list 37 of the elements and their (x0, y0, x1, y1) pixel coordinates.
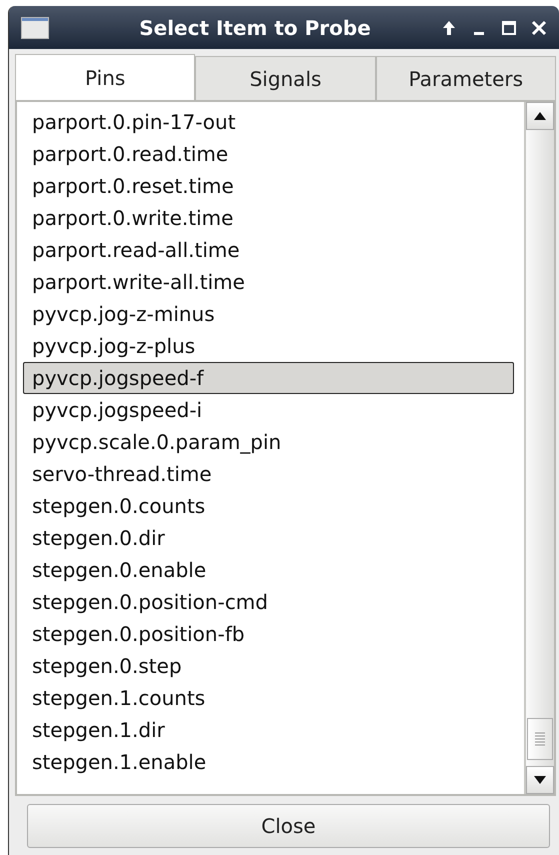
list-item[interactable]: parport.write-all.time (23, 266, 514, 298)
scroll-thumb[interactable] (527, 718, 553, 760)
tab[interactable]: Pins (15, 54, 196, 100)
window-title: Select Item to Probe (138, 16, 372, 40)
list-item[interactable]: parport.0.reset.time (23, 170, 514, 202)
list-item[interactable]: pyvcp.jogspeed-i (23, 394, 514, 426)
list-item[interactable]: pyvcp.jog-z-plus (23, 330, 514, 362)
list-item[interactable]: stepgen.0.position-fb (23, 618, 514, 650)
list-item[interactable]: stepgen.0.step (23, 650, 514, 682)
keep-above-icon[interactable] (441, 18, 457, 36)
list-item[interactable]: servo-thread.time (23, 458, 514, 490)
down-arrow-icon (534, 776, 546, 784)
list-item[interactable]: pyvcp.jog-z-minus (23, 298, 514, 330)
list-item[interactable]: stepgen.1.counts (23, 682, 514, 714)
list-item[interactable]: pyvcp.jogspeed-f (23, 362, 514, 394)
close-icon[interactable] (531, 18, 547, 36)
list-item[interactable]: parport.0.pin-17-out (23, 106, 514, 138)
scroll-up-button[interactable] (526, 102, 554, 130)
list-item[interactable]: stepgen.0.dir (23, 522, 514, 554)
list-item[interactable]: stepgen.0.enable (23, 554, 514, 586)
tab[interactable]: Signals (195, 56, 376, 100)
tab[interactable]: Parameters (376, 56, 556, 100)
window-icon (21, 16, 49, 38)
list-item[interactable]: stepgen.0.counts (23, 490, 514, 522)
list-item[interactable]: stepgen.1.enable (23, 746, 514, 778)
scroll-down-button[interactable] (526, 766, 554, 794)
list-item[interactable]: stepgen.1.dir (23, 714, 514, 746)
list-item[interactable]: parport.0.read.time (23, 138, 514, 170)
list-item[interactable]: parport.read-all.time (23, 234, 514, 266)
grip-icon (535, 732, 545, 746)
up-arrow-icon (534, 112, 546, 120)
maximize-icon[interactable] (501, 18, 517, 36)
list-item[interactable]: parport.0.write.time (23, 202, 514, 234)
list-item[interactable]: stepgen.0.position-cmd (23, 586, 514, 618)
scrollbar[interactable] (524, 102, 554, 794)
list-item[interactable]: pyvcp.scale.0.param_pin (23, 426, 514, 458)
close-button[interactable]: Close (27, 804, 550, 848)
